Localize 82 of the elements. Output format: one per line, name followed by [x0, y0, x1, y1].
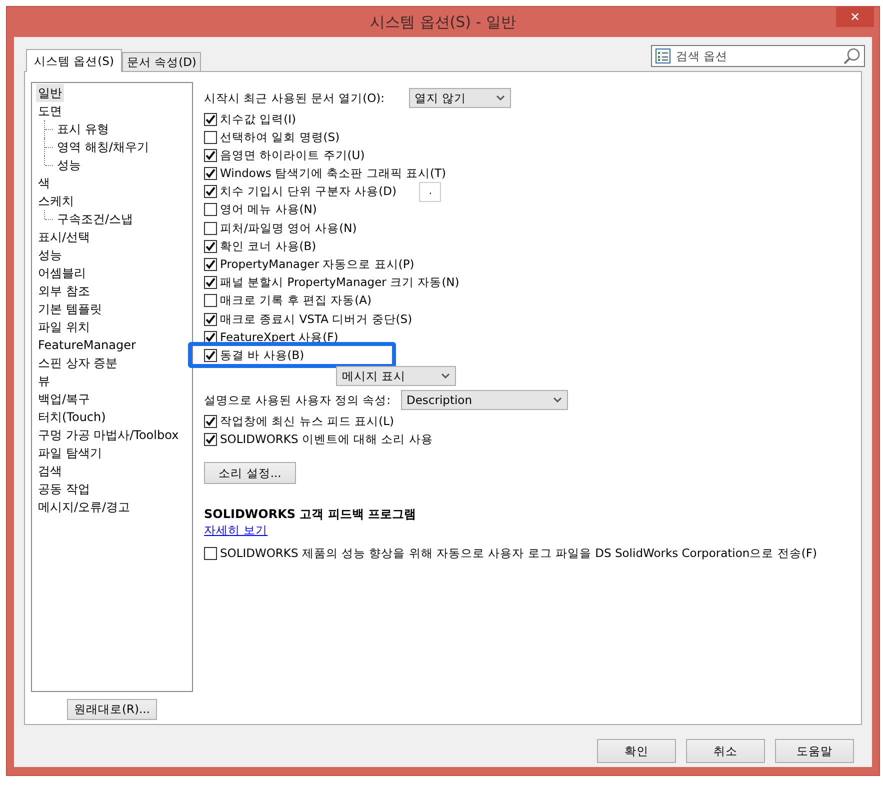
checkbox[interactable] [204, 185, 217, 198]
checkbox-label: 확인 코너 사용(B) [220, 239, 316, 254]
checkbox-label: 선택하여 일회 명령(S) [220, 130, 340, 144]
checkbox-label: 매크로 종료시 VSTA 디버거 중단(S) [220, 312, 412, 326]
tree-item[interactable]: 뷰 [36, 372, 188, 390]
tree-item[interactable]: 표시/선택 [36, 228, 188, 246]
dropdown[interactable]: Description [400, 390, 568, 410]
tree-item[interactable]: 구속조건/스냅 [55, 210, 136, 228]
dialog-button[interactable]: 취소 [686, 739, 765, 763]
checkbox-label: PropertyManager 자동으로 표시(P) [220, 257, 414, 272]
search-input[interactable]: 검색 옵션 [674, 48, 840, 64]
dropdown[interactable]: 메시지 표시 [336, 366, 456, 386]
checkbox[interactable] [204, 276, 217, 289]
list-icon [655, 48, 671, 64]
checkbox[interactable] [204, 414, 217, 428]
search-box[interactable]: 검색 옵션 [651, 45, 865, 67]
reset-button[interactable]: 원래대로(R)... [67, 699, 157, 720]
dropdown[interactable]: 열지 않기 [408, 88, 511, 108]
tree-item[interactable]: 파일 위치 [36, 318, 188, 336]
checkbox-label: SOLIDWORKS 제품의 성능 향상을 위해 자동으로 사용자 로그 파일을 DS SolidWorks Corporation으로 전송(F) [220, 546, 817, 560]
tree-item[interactable]: 검색 [36, 462, 188, 480]
separator-field[interactable]: . [419, 182, 442, 202]
tree-item[interactable]: 파일 탐색기 [36, 444, 188, 462]
checkbox[interactable] [204, 112, 217, 126]
checkbox-label: 치수값 입력(I) [220, 112, 296, 126]
checkbox[interactable] [204, 348, 217, 362]
chevron-icon [441, 373, 450, 379]
checkbox[interactable] [204, 294, 217, 307]
tree-item[interactable]: 어셈블리 [36, 264, 188, 282]
checkbox[interactable] [204, 330, 217, 344]
tree-item[interactable]: 성능 [36, 246, 188, 264]
checkbox-label: SOLIDWORKS 이벤트에 대해 소리 사용 [220, 432, 433, 446]
dialog-button[interactable]: 확인 [597, 739, 676, 763]
tree-item[interactable]: 표시 유형 [55, 120, 111, 138]
checkbox-label: 치수 기입시 단위 구분자 사용(D) [220, 184, 396, 199]
learn-more-link[interactable]: 자세히 보기 [204, 523, 268, 538]
checkbox-label: 매크로 기록 후 편집 자동(A) [220, 293, 372, 308]
checkbox[interactable] [204, 240, 217, 253]
dropdown-label: 시작시 최근 사용된 문서 열기(O): [204, 90, 385, 106]
dropdown-label: 설명으로 사용된 사용자 정의 속성: [204, 392, 390, 408]
tree-item[interactable]: 성능 [55, 156, 83, 174]
checkbox-label: FeatureXpert 사용(F) [220, 330, 338, 344]
dialog-button[interactable]: 도움말 [775, 739, 854, 763]
checkbox-label: 패널 분할시 PropertyManager 크기 자동(N) [220, 275, 460, 290]
chevron-icon [552, 397, 562, 403]
tree-item[interactable]: 색 [36, 174, 188, 192]
checkbox-label: 동결 바 사용(B) [220, 348, 304, 362]
checkbox[interactable] [204, 312, 217, 326]
checkbox[interactable] [204, 167, 217, 180]
tree-item[interactable]: 백업/복구 [36, 390, 188, 408]
checkbox-label: 영어 메뉴 사용(N) [220, 202, 317, 217]
checkbox[interactable] [204, 203, 217, 216]
sound-settings-button[interactable]: 소리 설정... [204, 462, 296, 484]
checkbox[interactable] [204, 222, 217, 234]
tree-item[interactable]: 외부 참조 [36, 282, 188, 300]
checkbox-label: 음영면 하이라이트 주기(U) [220, 148, 365, 163]
checkbox-label: Windows 탐색기에 축소판 그래픽 표시(T) [220, 166, 446, 181]
checkbox[interactable] [204, 149, 217, 162]
tree-item[interactable]: 공동 작업 [36, 480, 188, 498]
chevron-icon [496, 95, 505, 101]
checkbox[interactable] [204, 546, 217, 560]
tab[interactable]: 문서 속성(D) [122, 52, 202, 71]
tree-item[interactable]: 일반 [36, 84, 64, 102]
tree-item[interactable]: 구멍 가공 마법사/Toolbox [36, 426, 188, 444]
tree-item[interactable]: 스케치 [36, 192, 188, 210]
search-icon [843, 47, 861, 65]
window-title: 시스템 옵션(S) - 일반 [370, 12, 516, 32]
checkbox[interactable] [204, 258, 217, 271]
checkbox-label: 작업창에 최신 뉴스 피드 표시(L) [220, 414, 394, 428]
tree-item[interactable]: 메시지/오류/경고 [36, 498, 188, 516]
checkbox-label: 피처/파일명 영어 사용(N) [220, 220, 357, 236]
tree-item[interactable]: 기본 템플릿 [36, 300, 188, 318]
checkbox[interactable] [204, 432, 217, 446]
tree-item[interactable]: 스핀 상자 증분 [36, 354, 188, 372]
checkbox[interactable] [204, 130, 217, 144]
tab[interactable]: 시스템 옵션(S) [26, 49, 122, 72]
tree-item[interactable]: 터치(Touch) [36, 408, 188, 426]
section-heading: SOLIDWORKS 고객 피드백 프로그램 [204, 506, 416, 523]
close-button[interactable]: ✕ [836, 7, 874, 27]
tree-item[interactable]: FeatureManager [36, 336, 188, 354]
tree-item[interactable]: 영역 해칭/채우기 [55, 138, 151, 156]
tree-item[interactable]: 도면 [36, 102, 188, 120]
